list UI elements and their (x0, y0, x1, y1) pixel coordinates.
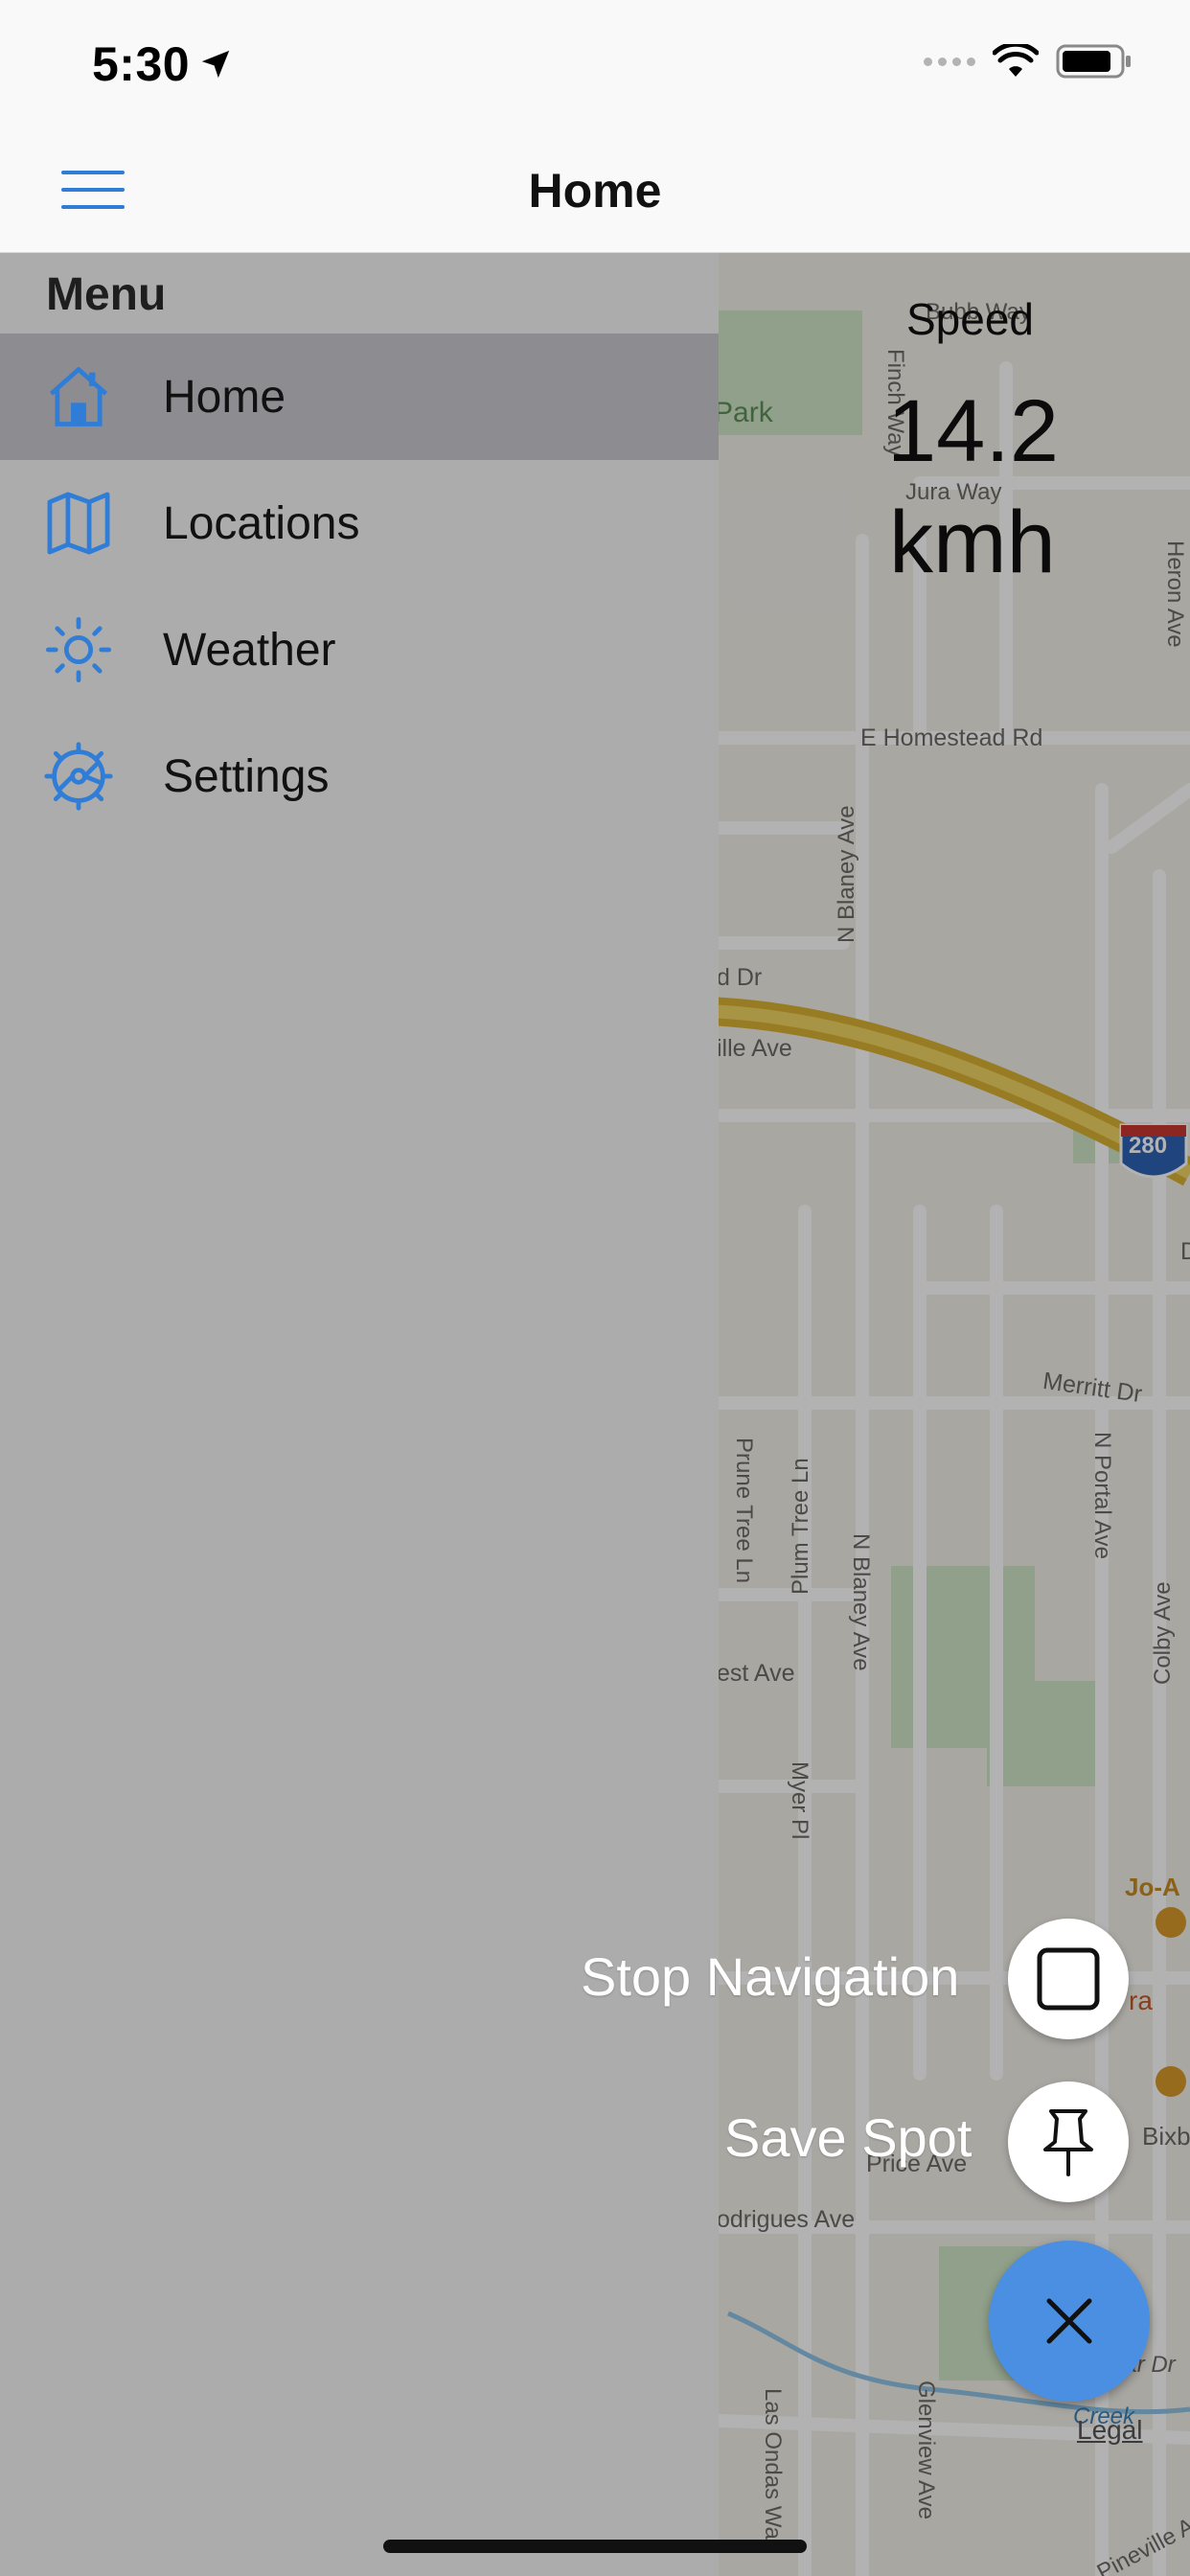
menu-item-home[interactable]: Home (0, 334, 719, 460)
location-arrow-icon (201, 50, 230, 79)
sun-icon (45, 616, 112, 683)
close-icon (1046, 2298, 1092, 2344)
menu-item-label: Settings (163, 750, 330, 802)
cellular-signal-icon (924, 57, 975, 66)
map-icon (47, 492, 110, 555)
clock-text: 5:30 (92, 37, 191, 91)
stop-navigation-button[interactable] (1008, 1919, 1129, 2039)
menu-item-label: Locations (163, 497, 360, 549)
menu-item-label: Weather (163, 624, 336, 676)
menu-item-locations[interactable]: Locations (0, 460, 719, 586)
menu-item-weather[interactable]: Weather (0, 586, 719, 713)
gear-icon (44, 742, 113, 811)
status-indicators (924, 44, 1133, 79)
battery-icon (1056, 44, 1131, 79)
menu-item-label: Home (163, 371, 286, 423)
navigation-bar: Home (0, 126, 1190, 253)
status-time: 5:30 (92, 36, 232, 92)
home-icon (49, 367, 108, 426)
status-bar: 5:30 (0, 0, 1190, 126)
save-spot-button[interactable] (1008, 2082, 1129, 2202)
pin-icon (1043, 2109, 1093, 2176)
menu-item-settings[interactable]: Settings (0, 713, 719, 840)
menu-header: Menu (46, 269, 167, 320)
side-menu: Menu Home Locations Weather Settings (0, 253, 719, 2576)
wifi-icon (993, 44, 1039, 77)
close-actions-button[interactable] (989, 2241, 1150, 2402)
stop-square-icon (1037, 1947, 1100, 2011)
page-title: Home (528, 164, 662, 218)
stop-navigation-label[interactable]: Stop Navigation (581, 1945, 959, 2008)
save-spot-label[interactable]: Save Spot (724, 2106, 972, 2169)
home-indicator[interactable] (383, 2540, 807, 2553)
